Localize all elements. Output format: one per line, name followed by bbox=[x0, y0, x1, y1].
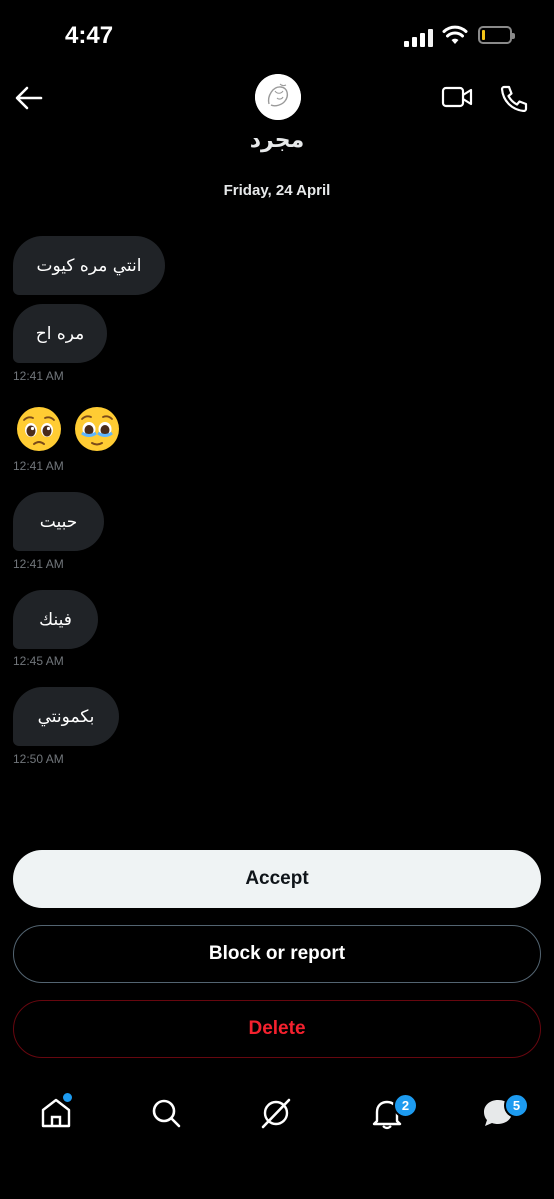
back-arrow-icon[interactable] bbox=[14, 84, 44, 112]
message-bubble[interactable]: مره اح bbox=[13, 304, 107, 363]
face-holding-back-tears-emoji[interactable] bbox=[74, 406, 120, 452]
contact-avatar[interactable] bbox=[255, 74, 301, 120]
delete-button[interactable]: Delete bbox=[13, 1000, 541, 1058]
home-notification-dot bbox=[62, 1092, 73, 1103]
phone-call-icon[interactable] bbox=[499, 84, 529, 112]
messages-badge: 5 bbox=[504, 1093, 529, 1118]
message-bubble[interactable]: فينك bbox=[13, 590, 98, 649]
message-bubble[interactable]: بكمونتي bbox=[13, 687, 119, 746]
message-timestamp: 12:45 AM bbox=[13, 654, 64, 668]
grok-icon[interactable] bbox=[258, 1095, 294, 1131]
message-bubble[interactable]: حبيت bbox=[13, 492, 104, 551]
notifications-badge: 2 bbox=[393, 1093, 418, 1118]
search-icon[interactable] bbox=[148, 1095, 184, 1131]
block-or-report-button[interactable]: Block or report bbox=[13, 925, 541, 983]
pleading-face-emoji[interactable] bbox=[16, 406, 62, 452]
status-time: 4:47 bbox=[65, 22, 114, 49]
wifi-icon bbox=[442, 25, 468, 44]
date-separator: Friday, 24 April bbox=[223, 182, 331, 199]
accept-button[interactable]: Accept bbox=[13, 850, 541, 908]
video-call-icon[interactable] bbox=[441, 85, 473, 109]
message-timestamp: 12:41 AM bbox=[13, 369, 64, 383]
battery-icon bbox=[478, 26, 515, 44]
contact-name[interactable]: مجرد bbox=[0, 128, 554, 153]
message-bubble[interactable]: انتي مره كيوت bbox=[13, 236, 165, 295]
message-timestamp: 12:41 AM bbox=[13, 459, 64, 473]
message-timestamp: 12:41 AM bbox=[13, 557, 64, 571]
cellular-signal-icon bbox=[404, 29, 434, 47]
message-timestamp: 12:50 AM bbox=[13, 752, 64, 766]
